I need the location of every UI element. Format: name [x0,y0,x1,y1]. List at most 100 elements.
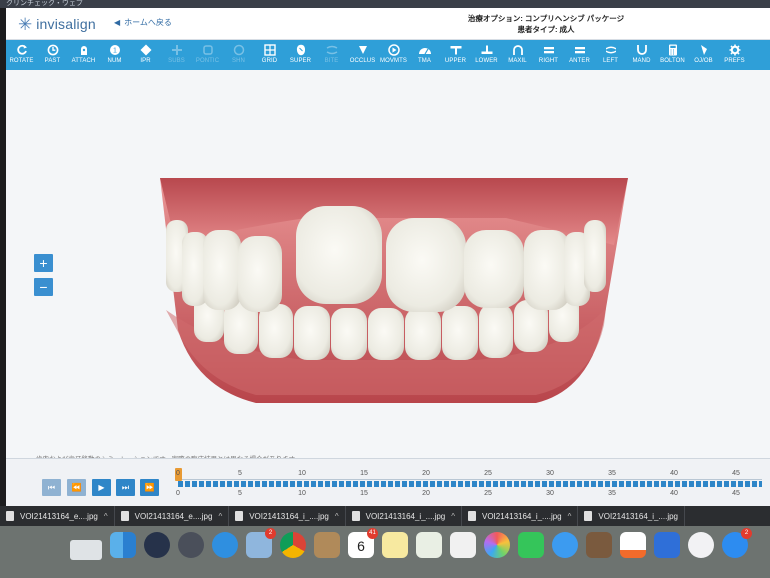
grid-icon [263,43,277,56]
screen: クリンチェック・ウェブ ✳ invisalign ◀ ホームへ戻る 治療オプショ… [0,0,770,578]
toolbar-grid[interactable]: GRID [254,40,285,70]
photos-badge: 2 [265,528,276,539]
timeline-track[interactable]: 0 5 10 15 20 25 30 35 40 45 0 5 10 15 20… [175,468,762,497]
toolbar-anter[interactable]: ANTER [564,40,595,70]
toolbar: ROTATE PAST ATTACH 1 NUM IPR SUBS PONTIC [6,40,770,73]
window-titlebar: クリンチェック・ウェブ [0,0,770,8]
chevron-up-icon[interactable]: ^ [104,512,108,521]
toolbar-past[interactable]: PAST [37,40,68,73]
toolbar-ojob[interactable]: OJ/OB [688,40,719,70]
toolbar-attach[interactable]: ATTACH [68,40,99,70]
reminders-icon[interactable] [450,532,476,558]
chevron-up-icon[interactable]: ^ [335,512,339,521]
toolbar-movmts[interactable]: MOVMTS [378,40,409,70]
prev-stage-button[interactable]: ⏪ [67,479,86,496]
maps-icon[interactable] [416,532,442,558]
tick-bottom-0: 0 [176,490,180,497]
chevron-up-icon[interactable]: ^ [568,512,572,521]
number-icon: 1 [108,43,122,56]
maxil-icon [511,43,525,56]
tick-bottom-40: 40 [670,490,678,497]
last-stage-button[interactable]: ⏩ [140,479,159,496]
toolbar-bite[interactable]: BITE [316,40,347,70]
download-item[interactable]: VOI21413164_i_....jpg ^ [346,506,462,526]
toolbar-maxil[interactable]: MAXIL [502,40,533,70]
download-item[interactable]: VOI21413164_i_....jpg ^ [229,506,346,526]
photo-app-icon[interactable]: 2 [246,528,276,558]
play-button[interactable]: ▶ [92,479,111,496]
toolbar-pontic[interactable]: PONTIC [192,40,223,70]
toolbar-left[interactable]: LEFT [595,40,626,70]
toolbar-occlus[interactable]: OCCLUS [347,40,378,73]
tick-bottom-20: 20 [422,490,430,497]
toolbar-super[interactable]: SUPER [285,40,316,70]
play-icon: ▶ [98,483,105,492]
keyboard-icon[interactable] [70,540,102,560]
dock: 2 6 41 2 [0,526,770,578]
3d-viewport[interactable]: + − [6,70,770,463]
toolbar-tma[interactable]: TMA [409,40,440,70]
toolbar-ipr[interactable]: IPR [130,40,161,70]
first-stage-button[interactable]: ⏮ [42,479,61,496]
numbers-icon[interactable] [620,532,646,558]
photos-icon[interactable] [484,532,510,558]
download-item[interactable]: VOI21413164_i_....jpg [578,506,686,526]
launchpad-icon[interactable] [178,532,204,558]
skip-forward-icon: ⏩ [144,483,155,492]
next-stage-button[interactable]: ⏭ [116,479,135,496]
toolbar-lower[interactable]: LOWER [471,40,502,70]
appstore-icon[interactable]: 2 [722,528,752,558]
finder-icon[interactable] [110,532,136,558]
facetime-icon[interactable] [518,532,544,558]
notes-icon[interactable] [382,532,408,558]
super-icon [294,43,308,56]
chevron-up-icon[interactable]: ^ [218,512,222,521]
keynote-icon[interactable] [654,532,680,558]
invisalign-logo[interactable]: ✳ invisalign [18,13,96,35]
download-item[interactable]: VOI21413164_i_....jpg ^ [462,506,579,526]
toolbar-prefs[interactable]: PREFS [719,40,750,70]
toolbar-upper[interactable]: UPPER [440,40,471,70]
toolbar-num[interactable]: 1 NUM [99,40,130,70]
calendar-icon[interactable]: 6 41 [348,528,378,558]
calendar-badge: 41 [367,528,378,539]
toolbar-bolton[interactable]: BOLTON [657,40,688,70]
music-icon[interactable] [688,532,714,558]
pontic-icon [201,43,215,56]
toolbar-subs[interactable]: SUBS [161,40,192,70]
download-item[interactable]: VOI21413164_e....jpg ^ [0,506,115,526]
mand-icon [635,43,649,56]
toolbar-rotate[interactable]: ROTATE [6,40,37,70]
messages-icon[interactable] [552,532,578,558]
home-label: ホームへ戻る [124,18,172,27]
download-item[interactable]: VOI21413164_e....jpg ^ [115,506,230,526]
tick-top-40: 40 [670,470,678,477]
siri-icon[interactable] [144,532,170,558]
tick-bottom-30: 30 [546,490,554,497]
tick-bottom-25: 25 [484,490,492,497]
movements-icon [387,43,401,56]
treatment-option: 治療オプション: コンプリヘンシブ パッケージ [467,14,625,23]
chevron-up-icon[interactable]: ^ [451,512,455,521]
dental-model[interactable] [6,70,770,458]
toolbar-shn[interactable]: SHN [223,40,254,70]
patient-info: 治療オプション: コンプリヘンシブ パッケージ 患者タイプ: 成人 [446,13,646,35]
notebook-icon[interactable] [586,532,612,558]
toolbar-mand[interactable]: MAND [626,40,657,70]
document-icon [351,511,360,521]
tick-top-10: 10 [298,470,306,477]
attach-icon [77,43,91,56]
bolton-icon [666,43,680,56]
step-forward-icon: ⏭ [121,483,130,492]
patient-type: 患者タイプ: 成人 [517,25,575,34]
home-button[interactable]: ◀ ホームへ戻る [114,17,172,28]
tick-top-5: 5 [238,470,242,477]
ipr-icon [139,43,153,56]
safari-icon[interactable] [212,532,238,558]
upper-icon [449,43,463,56]
toolbar-right[interactable]: RIGHT [533,40,564,70]
chrome-icon[interactable] [280,532,306,558]
contacts-icon[interactable] [314,532,340,558]
rotate-icon [15,43,29,56]
stage-timeline: ⏮ ⏪ ▶ ⏭ ⏩ 0 5 10 15 20 25 30 35 40 45 0 … [6,458,770,506]
